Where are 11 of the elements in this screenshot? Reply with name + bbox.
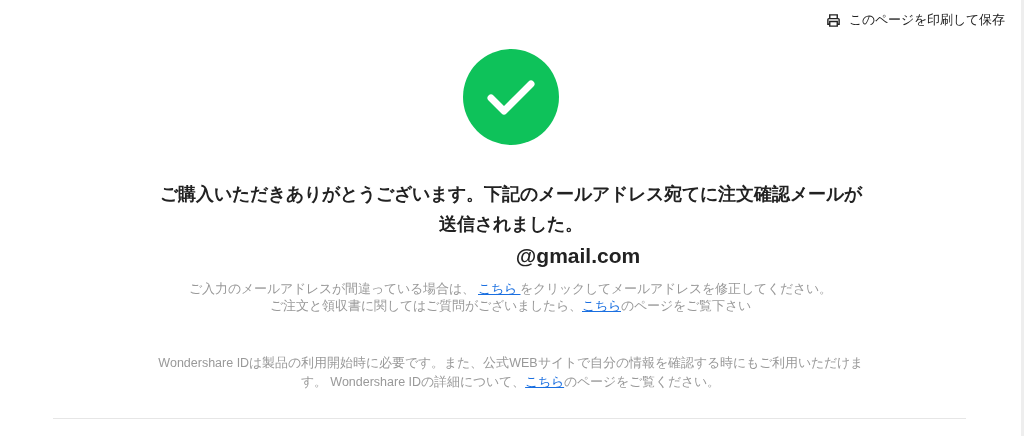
print-link[interactable]: このページを印刷して保存 (826, 10, 1005, 30)
note-text: ご注文と領収書に関してはご質問がございましたら、こちらのページをご覧下さい (269, 298, 752, 315)
here-link[interactable]: こちら (525, 375, 565, 389)
here-link[interactable]: こちら (582, 299, 621, 313)
here-link[interactable]: こちら (478, 282, 521, 296)
info-text: Wondershare IDは製品の利用開始時に必要です。また、公式WEBサイトで自分の情報を確認する時にもご利用いただけます。 Wondershare IDの詳細について、こちらのページをご覧ください。 (157, 355, 864, 391)
printer-icon (826, 12, 841, 28)
success-check-icon (462, 49, 559, 145)
confirmation-heading: ご購入いただきありがとうございます。下記のメールアドレス宛てに注文確認メールが送信されました。 (158, 183, 864, 236)
email-address: @gmail.com (515, 243, 641, 269)
note-text: ご入力のメールアドレスが間違っている場合は、 こちら をクリックしてメールアドレスを修正してください。 (187, 281, 834, 298)
